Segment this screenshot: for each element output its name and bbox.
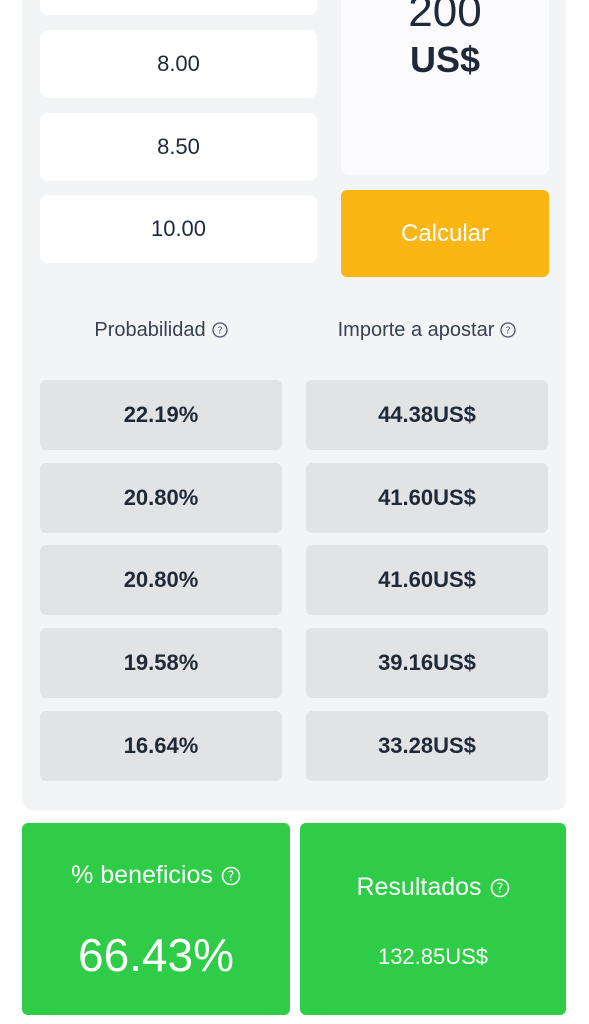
profit-label-row: % beneficios ? — [71, 861, 241, 890]
probability-value: 16.64% — [123, 733, 199, 758]
svg-text:?: ? — [496, 881, 503, 896]
probability-cell: 16.64% — [40, 711, 282, 781]
probability-value: 22.19% — [123, 402, 199, 427]
probability-value: 20.80% — [123, 485, 199, 510]
amount-cell: 41.60US$ — [306, 545, 548, 615]
results-value: 132.85US$ — [377, 944, 489, 969]
svg-text:?: ? — [227, 869, 234, 884]
total-stake-display[interactable]: 200 US$ — [341, 0, 549, 175]
results-label-row: Resultados ? — [356, 873, 509, 902]
odds-value: 8.50 — [157, 134, 200, 159]
odds-input-3[interactable]: 8.50 — [40, 113, 317, 181]
calculate-button[interactable]: Calcular — [341, 190, 549, 277]
help-icon[interactable]: ? — [211, 322, 228, 338]
svg-text:?: ? — [506, 326, 511, 337]
profit-label: % beneficios — [71, 861, 213, 889]
help-icon[interactable]: ? — [500, 322, 517, 338]
probability-cell: 22.19% — [40, 380, 282, 450]
odds-input-2[interactable]: 8.00 — [40, 30, 317, 98]
calculate-label: Calcular — [400, 219, 490, 247]
amount-value: 44.38US$ — [378, 402, 476, 427]
probability-cell: 20.80% — [40, 463, 282, 533]
odds-value: 8.00 — [157, 51, 200, 76]
amount-value: 39.16US$ — [378, 650, 476, 675]
amount-value: 41.60US$ — [378, 485, 476, 510]
results-label: Resultados — [356, 873, 482, 901]
amount-cell: 41.60US$ — [306, 463, 548, 533]
stake-amount-header-label: Importe a apostar — [337, 318, 495, 341]
results-card: Resultados ? 132.85US$ — [300, 823, 566, 1015]
svg-text:?: ? — [217, 326, 222, 337]
amount-cell: 39.16US$ — [306, 628, 548, 698]
odds-input-top[interactable] — [40, 0, 317, 15]
probability-header-label: Probabilidad — [94, 318, 206, 341]
amount-cell: 44.38US$ — [306, 380, 548, 450]
amount-value: 33.28US$ — [378, 733, 476, 758]
amount-cell: 33.28US$ — [306, 711, 548, 781]
profit-value: 66.43% — [77, 929, 234, 981]
stake-amount: 200 — [408, 0, 482, 36]
probability-cell: 19.58% — [40, 628, 282, 698]
help-icon[interactable]: ? — [490, 878, 510, 898]
amount-value: 41.60US$ — [378, 567, 476, 592]
probability-cell: 20.80% — [40, 545, 282, 615]
stake-currency: US$ — [409, 39, 481, 80]
stake-amount-header: Importe a apostar ? — [306, 310, 548, 350]
probability-value: 19.58% — [123, 650, 199, 675]
odds-value: 10.00 — [150, 216, 207, 241]
probability-value: 20.80% — [123, 567, 199, 592]
odds-input-4[interactable]: 10.00 — [40, 195, 317, 263]
help-icon[interactable]: ? — [221, 866, 241, 886]
profit-card: % beneficios ? 66.43% — [22, 823, 290, 1015]
probability-header: Probabilidad ? — [40, 310, 282, 350]
